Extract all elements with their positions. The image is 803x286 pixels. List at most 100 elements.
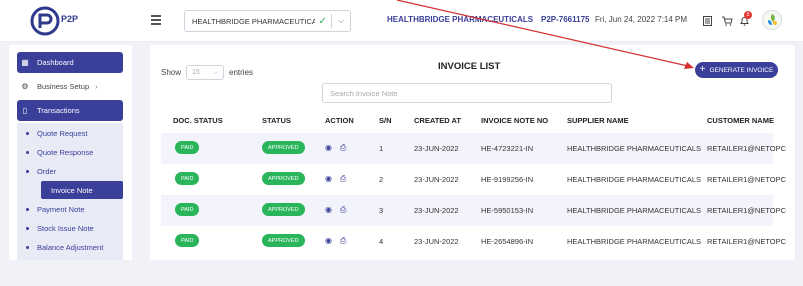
menu-icon[interactable] <box>151 15 161 25</box>
bullet <box>26 226 29 230</box>
logo-text: P2P <box>61 14 79 24</box>
status-badge: APPROVED <box>262 203 305 216</box>
show-entries: Show 15 ⌵ entries <box>161 65 253 80</box>
customer-name: RETAILER1@NETOPC <box>707 144 787 153</box>
doc-status-badge: PAID <box>175 234 200 247</box>
cart-icon[interactable] <box>722 16 733 26</box>
chevron-right-icon: › <box>95 82 98 91</box>
subitem-label: Payment Note <box>37 204 85 214</box>
bullet <box>26 169 29 173</box>
table-row[interactable]: PAID APPROVED ◉ ⎙ 2 23-JUN-2022 HE-91992… <box>161 164 786 195</box>
view-icon[interactable]: ◉ <box>325 143 332 152</box>
created-at: 23-JUN-2022 <box>414 237 459 246</box>
entries-per-page-select[interactable]: 15 ⌵ <box>186 65 225 80</box>
check-icon: ✓ <box>318 15 327 27</box>
sidebar-item-label: Business Setup <box>37 82 90 91</box>
customer-name: RETAILER1@NETOPC <box>707 206 787 215</box>
column-header-action[interactable]: ACTION <box>325 116 354 125</box>
show-label: Show <box>161 68 182 77</box>
print-icon[interactable]: ⎙ <box>340 205 346 215</box>
view-icon[interactable]: ◉ <box>325 174 332 183</box>
gear-icon: ⚙ <box>21 82 29 91</box>
doc-status-badge: PAID <box>175 141 200 154</box>
page-title: INVOICE LIST <box>438 61 501 72</box>
document-icon[interactable] <box>703 16 712 26</box>
sidebar-subitem-invoice-note[interactable]: Invoice Note <box>41 181 123 199</box>
serial-number: 3 <box>379 206 384 215</box>
print-icon[interactable]: ⎙ <box>340 236 346 246</box>
search-input[interactable] <box>322 83 612 103</box>
sidebar-subitem-order[interactable]: Order <box>26 162 56 180</box>
doc-status-badge: PAID <box>175 203 200 216</box>
status-badge: APPROVED <box>262 234 305 247</box>
serial-number: 4 <box>379 237 384 246</box>
table-row[interactable]: PAID APPROVED ◉ ⎙ 4 23-JUN-2022 HE-26548… <box>161 226 786 257</box>
status-badge: APPROVED <box>262 141 305 154</box>
plus-icon: + <box>699 64 706 75</box>
bullet <box>26 207 29 211</box>
bullet <box>26 150 29 154</box>
avatar[interactable] <box>762 10 782 30</box>
print-icon[interactable]: ⎙ <box>340 174 346 184</box>
column-header-supplier-name[interactable]: SUPPLIER NAME <box>567 116 629 125</box>
sidebar-item-label: Transactions <box>37 106 80 115</box>
invoice-note-no: HE-2654896-IN <box>481 237 534 246</box>
sidebar-item-business-setup[interactable]: ⚙ Business Setup › <box>17 76 123 97</box>
sidebar-item-transactions[interactable]: ▯ Transactions <box>17 100 123 121</box>
invoice-note-no: HE-5950153-IN <box>481 206 534 215</box>
supplier-name: HEALTHBRIDGE PHARMACEUTICALS <box>567 144 702 153</box>
generate-invoice-button[interactable]: + GENERATE INVOICE <box>695 62 778 78</box>
bullet <box>26 131 29 135</box>
company-select[interactable]: HEALTHBRIDGE PHARMACEUTICALS ✓ ⌵ <box>184 10 351 32</box>
sidebar-subitem-balance-adjustment[interactable]: Balance Adjustment <box>26 238 103 256</box>
organization-name: HEALTHBRIDGE PHARMACEUTICALS <box>387 15 534 24</box>
view-icon[interactable]: ◉ <box>325 205 332 214</box>
column-header-status[interactable]: STATUS <box>262 116 291 125</box>
transactions-icon: ▯ <box>22 106 28 115</box>
sidebar-subitem-quote-response[interactable]: Quote Response <box>26 143 93 161</box>
invoice-note-no: HE-9199256-IN <box>481 175 534 184</box>
invoice-note-no: HE-4723221-IN <box>481 144 534 153</box>
subitem-label: Quote Request <box>37 128 88 138</box>
sidebar-subitem-payment-note[interactable]: Payment Note <box>26 200 85 218</box>
doc-status-badge: PAID <box>175 172 200 185</box>
created-at: 23-JUN-2022 <box>414 144 459 153</box>
print-icon[interactable]: ⎙ <box>340 143 346 153</box>
column-header-sn[interactable]: S/N <box>379 116 392 125</box>
p2p-logo[interactable] <box>30 6 60 36</box>
current-datetime: Fri, Jun 24, 2022 7:14 PM <box>595 15 688 24</box>
generate-invoice-label: GENERATE INVOICE <box>709 66 774 74</box>
sidebar-item-dashboard[interactable]: ▦ Dashboard <box>17 52 123 73</box>
created-at: 23-JUN-2022 <box>414 206 459 215</box>
column-header-created-at[interactable]: CREATED AT <box>414 116 461 125</box>
subitem-label: Order <box>37 166 57 176</box>
company-select-value: HEALTHBRIDGE PHARMACEUTICALS <box>192 16 315 26</box>
organization-id: P2P-7661175 <box>541 15 590 24</box>
customer-name: RETAILER1@NETOPC <box>707 175 787 184</box>
chevron-down-icon: ⌵ <box>212 68 219 76</box>
sidebar-subitem-quote-request[interactable]: Quote Request <box>26 124 87 142</box>
view-icon[interactable]: ◉ <box>325 236 332 245</box>
created-at: 23-JUN-2022 <box>414 175 459 184</box>
leaf-logo-icon <box>768 14 777 25</box>
sidebar-item-label: Dashboard <box>37 58 74 67</box>
status-badge: APPROVED <box>262 172 305 185</box>
column-header-doc-status[interactable]: DOC. STATUS <box>173 116 223 125</box>
subitem-label: Stock Issue Note <box>37 223 94 233</box>
serial-number: 2 <box>379 175 384 184</box>
table-row[interactable]: PAID APPROVED ◉ ⎙ 3 23-JUN-2022 HE-59501… <box>161 195 786 226</box>
serial-number: 1 <box>379 144 384 153</box>
chevron-down-icon[interactable]: ⌵ <box>332 16 350 26</box>
notification-badge: 5 <box>744 11 752 19</box>
table-row[interactable]: PAID APPROVED ◉ ⎙ 1 23-JUN-2022 HE-47232… <box>161 133 786 164</box>
sidebar-subitem-stock-issue-note[interactable]: Stock Issue Note <box>26 219 94 237</box>
entries-per-page-value: 15 <box>192 69 200 76</box>
subitem-label: Invoice Note <box>51 185 93 195</box>
supplier-name: HEALTHBRIDGE PHARMACEUTICALS <box>567 206 702 215</box>
column-header-customer-name[interactable]: CUSTOMER NAME <box>707 116 774 125</box>
column-header-invoice-note-no[interactable]: INVOICE NOTE NO <box>481 116 548 125</box>
customer-name: RETAILER1@NETOPC <box>707 237 787 246</box>
supplier-name: HEALTHBRIDGE PHARMACEUTICALS <box>567 175 702 184</box>
subitem-label: Quote Response <box>37 147 94 157</box>
bullet <box>26 245 29 249</box>
